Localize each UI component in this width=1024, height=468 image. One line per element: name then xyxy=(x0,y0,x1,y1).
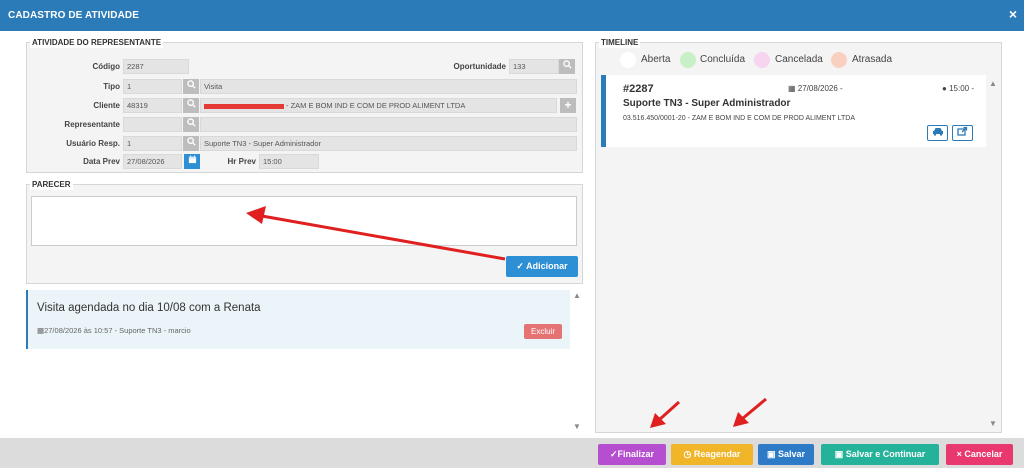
parecer-legend: PARECER xyxy=(30,180,73,190)
hr-prev-label: Hr Prev xyxy=(227,157,256,166)
salvar-label: Salvar xyxy=(777,449,806,459)
legend-aberta-swatch xyxy=(620,52,636,68)
representante-name-field xyxy=(200,117,577,132)
note-item: Visita agendada no dia 10/08 com a Renat… xyxy=(26,290,570,349)
card-date-text: 27/08/2026 - xyxy=(797,84,843,93)
representante-search-icon[interactable] xyxy=(183,117,199,132)
card-client: 03.516.450/0001-20 - ZAM E BOM IND E COM… xyxy=(623,115,855,122)
note-title: Visita agendada no dia 10/08 com a Renat… xyxy=(37,302,261,314)
cliente-name-field: - ZAM E BOM IND E COM DE PROD ALIMENT LT… xyxy=(200,98,557,113)
cancelar-label: Cancelar xyxy=(964,449,1003,459)
usuario-label: Usuário Resp. xyxy=(66,139,120,148)
salvar-continuar-label: Salvar e Continuar xyxy=(845,449,926,459)
calendar-icon[interactable] xyxy=(184,154,200,169)
check-icon: ✓ xyxy=(516,261,524,271)
legend-concluida-label: Concluída xyxy=(700,54,746,65)
window-title: CADASTRO DE ATIVIDADE xyxy=(8,10,139,21)
tipo-code-field[interactable]: 1 xyxy=(123,79,182,94)
hr-prev-field[interactable]: 15:00 xyxy=(259,154,319,169)
notes-scroll-up-icon[interactable]: ▲ xyxy=(573,292,581,300)
window-header: CADASTRO DE ATIVIDADE × xyxy=(0,0,1024,31)
excluir-button[interactable]: Excluir xyxy=(524,324,562,339)
oportunidade-search-icon[interactable] xyxy=(559,59,575,74)
floppy-icon: ▣ xyxy=(834,449,846,459)
card-id: #2287 xyxy=(623,83,654,95)
finalizar-label: Finalizar xyxy=(617,449,655,459)
legend-cancelada-swatch xyxy=(754,52,770,68)
legend-aberta-label: Aberta xyxy=(641,54,671,65)
timeline-card[interactable]: #2287 ▦ 27/08/2026 - ● 15:00 - Suporte T… xyxy=(601,75,986,147)
legend-cancelada-label: Cancelada xyxy=(775,54,823,65)
oportunidade-field[interactable]: 133 xyxy=(509,59,559,74)
timeline-legend: TIMELINE xyxy=(599,38,641,48)
salvar-continuar-button[interactable]: ▣ Salvar e Continuar xyxy=(821,444,939,465)
card-user: Suporte TN3 - Super Administrador xyxy=(623,98,791,109)
tipo-label: Tipo xyxy=(103,82,120,91)
adicionar-button[interactable]: ✓ Adicionar xyxy=(506,256,578,277)
salvar-button[interactable]: ▣ Salvar xyxy=(758,444,814,465)
adicionar-label: Adicionar xyxy=(526,261,568,271)
legend-atrasada-swatch xyxy=(831,52,847,68)
calendar-small-icon: ▦ xyxy=(788,84,798,93)
note-meta: ▦27/08/2026 às 10:57 - Suporte TN3 - mar… xyxy=(37,326,191,335)
check-icon: ✓ xyxy=(609,449,618,459)
add-cliente-plus-icon[interactable]: + xyxy=(560,98,576,113)
oportunidade-label: Oportunidade xyxy=(453,62,506,71)
note-meta-text: 27/08/2026 às 10:57 - Suporte TN3 - marc… xyxy=(44,326,191,335)
cliente-label: Cliente xyxy=(93,101,120,110)
card-date: ▦ 27/08/2026 - xyxy=(788,84,843,93)
cliente-code-field[interactable]: 48319 xyxy=(123,98,182,113)
data-prev-label: Data Prev xyxy=(83,157,120,166)
timeline-scroll-down-icon[interactable]: ▼ xyxy=(989,420,997,428)
redaction-mark xyxy=(204,103,284,109)
legend-concluida-swatch xyxy=(680,52,696,68)
notes-scroll-down-icon[interactable]: ▼ xyxy=(573,423,581,431)
cancelar-button[interactable]: × Cancelar xyxy=(946,444,1013,465)
parecer-textarea[interactable] xyxy=(31,196,577,246)
reagendar-button[interactable]: ◷ Reagendar xyxy=(671,444,753,465)
card-time-text: 15:00 - xyxy=(949,84,974,93)
data-prev-field[interactable]: 27/08/2026 xyxy=(123,154,182,169)
tipo-search-icon[interactable] xyxy=(183,79,199,94)
card-time: ● 15:00 - xyxy=(942,84,974,93)
legend-atrasada-label: Atrasada xyxy=(852,54,893,65)
usuario-search-icon[interactable] xyxy=(183,136,199,151)
clock-icon: ◷ xyxy=(683,449,694,459)
representante-code-field[interactable] xyxy=(123,117,182,132)
timeline-scroll-up-icon[interactable]: ▲ xyxy=(989,80,997,88)
cliente-name-text: - ZAM E BOM IND E COM DE PROD ALIMENT LT… xyxy=(286,101,466,110)
floppy-icon: ▣ xyxy=(766,449,778,459)
codigo-field[interactable]: 2287 xyxy=(123,59,189,74)
finalizar-button[interactable]: ✓Finalizar xyxy=(598,444,666,465)
reagendar-label: Reagendar xyxy=(693,449,741,459)
atividade-legend: ATIVIDADE DO REPRESENTANTE xyxy=(30,38,164,48)
representante-label: Representante xyxy=(64,120,120,129)
cliente-search-icon[interactable] xyxy=(183,98,199,113)
codigo-label: Código xyxy=(92,62,120,71)
car-icon[interactable] xyxy=(927,125,948,141)
usuario-name-field: Suporte TN3 - Super Administrador xyxy=(200,136,577,151)
tipo-name-field: Visita xyxy=(200,79,577,94)
share-icon[interactable] xyxy=(952,125,973,141)
usuario-code-field[interactable]: 1 xyxy=(123,136,182,151)
close-icon[interactable]: × xyxy=(1009,7,1017,21)
